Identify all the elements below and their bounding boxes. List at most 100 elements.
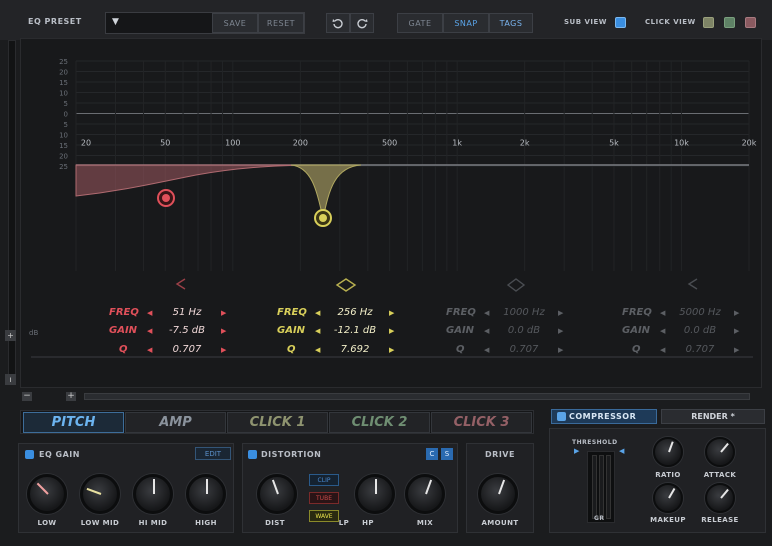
band-1-gain-decrement-icon[interactable]: ◀ — [147, 327, 152, 335]
low-knob[interactable] — [27, 474, 67, 514]
threshold-left-arrow-icon[interactable]: ▶ — [574, 447, 579, 455]
low-mid-knob[interactable] — [80, 474, 120, 514]
band-4-freq-value[interactable]: 5000 Hz — [670, 307, 730, 318]
threshold-right-arrow-icon[interactable]: ◀ — [619, 447, 624, 455]
zoom-out-vertical-icon[interactable]: ı — [5, 374, 16, 385]
band-2-freq-increment-icon[interactable]: ▶ — [389, 309, 394, 317]
eq-canvas[interactable]: 252015105051015202520 50 100 200 500 1k 2k 5k 10… — [21, 39, 763, 389]
mix-knob-label: MIX — [416, 519, 434, 527]
band-3-freq-increment-icon[interactable]: ▶ — [558, 309, 563, 317]
zoom-in-vertical[interactable]: + — [5, 330, 16, 341]
band-3-freq-decrement-icon[interactable]: ◀ — [484, 309, 489, 317]
band-4-q-decrement-icon[interactable]: ◀ — [660, 346, 665, 354]
lp-hp-knob[interactable] — [355, 474, 395, 514]
band-2-gain-value[interactable]: -12.1 dB — [325, 325, 385, 336]
band-3-q-increment-icon[interactable]: ▶ — [558, 346, 563, 354]
band-2-q-increment-icon[interactable]: ▶ — [389, 346, 394, 354]
band-1-freq-value[interactable]: 51 Hz — [157, 307, 217, 318]
mix-knob[interactable] — [405, 474, 445, 514]
low-shelf-icon[interactable] — [175, 278, 186, 290]
tab-click-1[interactable]: CLICK 1 — [227, 412, 328, 433]
compressor-tab[interactable]: COMPRESSOR — [551, 409, 657, 424]
zoom-in-button[interactable]: + — [66, 392, 76, 401]
band-3-freq-value[interactable]: 1000 Hz — [494, 307, 554, 318]
band-2-freq-value[interactable]: 256 Hz — [325, 307, 385, 318]
tab-click-2[interactable]: CLICK 2 — [329, 412, 430, 433]
reset-button[interactable]: RESET — [258, 13, 304, 33]
band-3-gain-increment-icon[interactable]: ▶ — [558, 327, 563, 335]
band-2-freq-decrement-icon[interactable]: ◀ — [315, 309, 320, 317]
band-1-q-increment-icon[interactable]: ▶ — [221, 346, 226, 354]
drive-amount-knob[interactable] — [478, 474, 518, 514]
band-3-gain-decrement-icon[interactable]: ◀ — [484, 327, 489, 335]
tags-button[interactable]: TAGS — [489, 13, 533, 33]
horizontal-scrollbar[interactable] — [84, 393, 750, 400]
distortion-s-button[interactable]: S — [441, 448, 453, 460]
click-view-1-swatch[interactable] — [703, 17, 714, 28]
low-knob-label: LOW — [37, 519, 57, 527]
render-tab[interactable]: RENDER * — [661, 409, 765, 424]
band-3-gain-value[interactable]: 0.0 dB — [494, 325, 554, 336]
distortion-c-button[interactable]: C — [426, 448, 438, 460]
x-axis-label: 1k — [452, 139, 462, 148]
band-2-gain-increment-icon[interactable]: ▶ — [389, 327, 394, 335]
band-4-gain-decrement-icon[interactable]: ◀ — [660, 327, 665, 335]
band-1-freq-increment-icon[interactable]: ▶ — [221, 309, 226, 317]
click-view-label: CLICK VIEW — [645, 18, 696, 26]
y-axis-label: 15 — [59, 79, 68, 87]
clip-mode-button[interactable]: CLIP — [309, 474, 339, 486]
tab-amp[interactable]: AMP — [125, 412, 226, 433]
bell-icon[interactable] — [506, 278, 526, 292]
band-4-freq-increment-icon[interactable]: ▶ — [734, 309, 739, 317]
tube-mode-button[interactable]: TUBE — [309, 492, 339, 504]
tab-pitch[interactable]: PITCH — [23, 412, 124, 433]
band-2-q-value[interactable]: 7.692 — [325, 344, 385, 355]
undo-button[interactable] — [326, 13, 350, 33]
hi-mid-knob[interactable] — [133, 474, 173, 514]
band-4-freq-decrement-icon[interactable]: ◀ — [660, 309, 665, 317]
eq-gain-enable-checkbox[interactable] — [25, 450, 34, 459]
chevron-down-icon[interactable]: ▼ — [112, 17, 119, 27]
gate-button[interactable]: GATE — [397, 13, 443, 33]
drive-amount-label: AMOUNT — [481, 519, 519, 527]
eq-graph[interactable]: 25 20 15 10 5 0 5 10 15 20 25 20 50 100 200 500 1k 2k 5k 10… — [20, 38, 762, 388]
band-4-q-increment-icon[interactable]: ▶ — [734, 346, 739, 354]
x-axis-label: 20k — [742, 139, 757, 148]
band-1-q-value[interactable]: 0.707 — [157, 344, 217, 355]
band-2-gain-decrement-icon[interactable]: ◀ — [315, 327, 320, 335]
snap-button[interactable]: SNAP — [443, 13, 489, 33]
zoom-out-button[interactable]: − — [22, 392, 32, 401]
click-view-3-swatch[interactable] — [745, 17, 756, 28]
attack-knob[interactable] — [705, 437, 735, 467]
redo-icon — [357, 18, 368, 29]
band-3-q-value[interactable]: 0.707 — [494, 344, 554, 355]
redo-button[interactable] — [350, 13, 374, 33]
high-knob[interactable] — [186, 474, 226, 514]
distortion-enable-checkbox[interactable] — [248, 450, 257, 459]
band-1-gain-increment-icon[interactable]: ▶ — [221, 327, 226, 335]
ratio-knob[interactable] — [653, 437, 683, 467]
band-1-gain-value[interactable]: -7.5 dB — [157, 325, 217, 336]
tab-click-3[interactable]: CLICK 3 — [431, 412, 532, 433]
click-view-2-swatch[interactable] — [724, 17, 735, 28]
bell-icon[interactable] — [335, 278, 357, 292]
save-button[interactable]: SAVE — [212, 13, 258, 33]
release-knob[interactable] — [705, 483, 735, 513]
makeup-knob[interactable] — [653, 483, 683, 513]
dist-knob[interactable] — [257, 474, 297, 514]
band-4-gain-value[interactable]: 0.0 dB — [670, 325, 730, 336]
band-3-q-decrement-icon[interactable]: ◀ — [484, 346, 489, 354]
compressor-enable-checkbox[interactable] — [557, 412, 566, 421]
band-1-freq-decrement-icon[interactable]: ◀ — [147, 309, 152, 317]
sub-view-label: SUB VIEW — [564, 18, 608, 26]
x-axis-label: 50 — [160, 139, 170, 148]
band-4-gain-increment-icon[interactable]: ▶ — [734, 327, 739, 335]
y-axis-label: 5 — [64, 121, 68, 129]
band-1-q-decrement-icon[interactable]: ◀ — [147, 346, 152, 354]
band-4-q-value[interactable]: 0.707 — [670, 344, 730, 355]
band-2-q-decrement-icon[interactable]: ◀ — [315, 346, 320, 354]
sub-view-checkbox[interactable] — [615, 17, 626, 28]
gain-reduction-meter[interactable] — [587, 451, 615, 523]
eq-gain-edit-button[interactable]: EDIT — [195, 447, 231, 460]
high-shelf-icon[interactable] — [687, 278, 698, 290]
